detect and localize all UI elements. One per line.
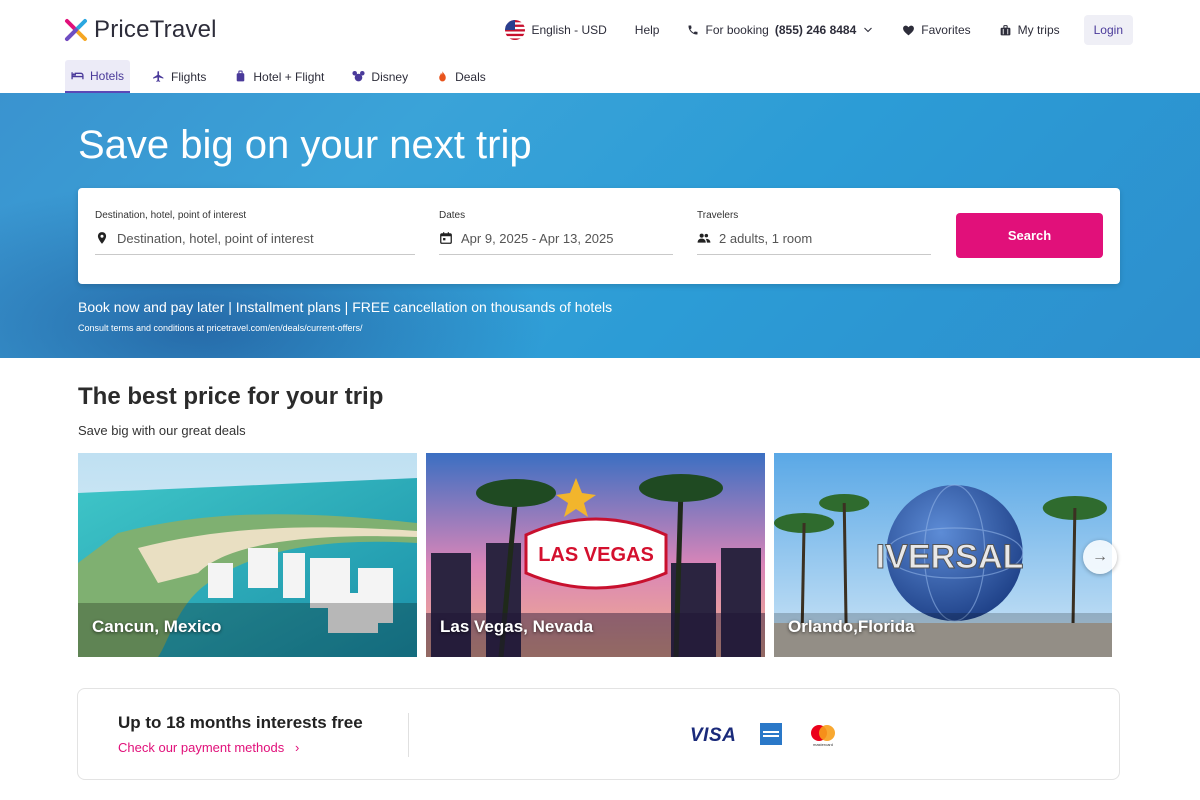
deal-caption: Cancun, Mexico — [92, 617, 222, 636]
tab-hotels[interactable]: Hotels — [65, 60, 131, 93]
heart-icon — [903, 25, 915, 35]
us-flag-icon — [505, 20, 526, 40]
divider — [408, 713, 409, 757]
svg-text:LAS VEGAS: LAS VEGAS — [538, 544, 654, 566]
calendar-icon — [440, 232, 452, 244]
svg-text:IVERSAL: IVERSAL — [876, 538, 1024, 576]
tab-disney[interactable]: Disney — [346, 60, 414, 93]
terms-note: Consult terms and conditions at pricetra… — [78, 323, 363, 333]
hero-title: Save big on your next trip — [78, 123, 532, 167]
product-tabs: Hotels Flights Hotel + Flight Disney Dea… — [65, 60, 508, 93]
mastercard-logo: mastercard — [808, 723, 838, 747]
deal-card-orlando[interactable]: IVERSAL Orlando,Florida — [774, 453, 1112, 657]
payment-methods-banner: Up to 18 months interests free Check our… — [77, 688, 1120, 780]
booking-phone[interactable]: For booking (855) 246 8484 — [687, 23, 874, 37]
bed-icon — [71, 72, 84, 80]
dates-label: Dates — [439, 210, 466, 221]
mickey-icon — [352, 70, 365, 82]
mastercard-wordmark: mastercard — [813, 742, 833, 747]
chevron-right-icon: › — [287, 740, 300, 755]
travelers-value[interactable]: 2 adults, 1 room — [719, 231, 812, 246]
tab-label: Hotel + Flight — [253, 69, 325, 84]
language-selector[interactable]: English - USD — [505, 20, 607, 40]
flame-icon — [439, 71, 446, 82]
brand-logo[interactable]: PriceTravel — [64, 16, 217, 44]
top-header: PriceTravel English - USD Help For booki… — [0, 0, 1200, 93]
travelers-field[interactable]: Travelers 2 adults, 1 room — [697, 210, 931, 255]
booking-label: For booking — [705, 23, 769, 37]
destination-input[interactable]: Destination, hotel, point of interest — [117, 231, 314, 246]
deals-title: The best price for your trip — [78, 383, 384, 410]
dates-field[interactable]: Dates Apr 9, 2025 - Apr 13, 2025 — [439, 210, 673, 255]
tab-label: Deals — [455, 69, 486, 84]
brand-name: PriceTravel — [94, 16, 217, 43]
my-trips-link[interactable]: My trips — [999, 23, 1060, 37]
login-button[interactable]: Login — [1083, 15, 1133, 45]
payment-methods-link[interactable]: Check our payment methods › — [118, 740, 299, 755]
booking-phone-number: (855) 246 8484 — [774, 23, 857, 37]
tab-label: Flights — [171, 69, 207, 84]
dates-value[interactable]: Apr 9, 2025 - Apr 13, 2025 — [461, 231, 614, 246]
destination-label: Destination, hotel, point of interest — [95, 210, 247, 221]
deal-caption: Orlando,Florida — [788, 617, 915, 636]
tab-label: Disney — [371, 69, 409, 84]
plane-icon — [153, 71, 164, 82]
tab-label: Hotels — [90, 68, 125, 83]
carousel-next-button[interactable]: → — [1083, 540, 1117, 574]
language-label: English - USD — [531, 23, 607, 37]
deals-subtitle: Save big with our great deals — [78, 423, 246, 438]
top-nav: English - USD Help For booking (855) 246… — [477, 15, 1133, 45]
logo-icon — [65, 19, 87, 41]
chevron-right-icon: → — [1092, 548, 1108, 565]
destination-field[interactable]: Destination, hotel, point of interest De… — [95, 210, 415, 255]
tab-flights[interactable]: Flights — [146, 60, 212, 93]
payment-promo-title: Up to 18 months interests free — [118, 713, 363, 732]
payment-link-label: Check our payment methods — [118, 740, 285, 755]
suitcase-icon — [237, 70, 245, 82]
location-pin-icon — [97, 232, 107, 244]
favorites-link[interactable]: Favorites — [902, 23, 971, 37]
visa-logo: VISA — [690, 725, 737, 746]
luggage-icon — [1000, 24, 1010, 35]
deal-card-las-vegas[interactable]: LAS VEGAS Las Vegas, Nevada — [426, 453, 765, 657]
people-icon — [697, 233, 711, 243]
deal-card-cancun[interactable]: Cancun, Mexico — [78, 453, 417, 657]
my-trips-label: My trips — [1017, 23, 1060, 37]
help-link[interactable]: Help — [635, 23, 660, 37]
hero-banner: Save big on your next trip Destination, … — [0, 93, 1200, 358]
tab-deals[interactable]: Deals — [430, 60, 492, 93]
travelers-label: Travelers — [697, 210, 739, 221]
chevron-down-icon — [864, 27, 873, 33]
favorites-label: Favorites — [921, 23, 971, 37]
booking-benefits: Book now and pay later | Installment pla… — [78, 299, 613, 315]
search-form: Destination, hotel, point of interest De… — [78, 188, 1120, 284]
tab-hotel-flight[interactable]: Hotel + Flight — [228, 60, 330, 93]
phone-icon — [688, 25, 698, 35]
deal-caption: Las Vegas, Nevada — [440, 617, 594, 636]
search-button[interactable]: Search — [956, 213, 1103, 258]
amex-logo-icon — [760, 723, 782, 745]
